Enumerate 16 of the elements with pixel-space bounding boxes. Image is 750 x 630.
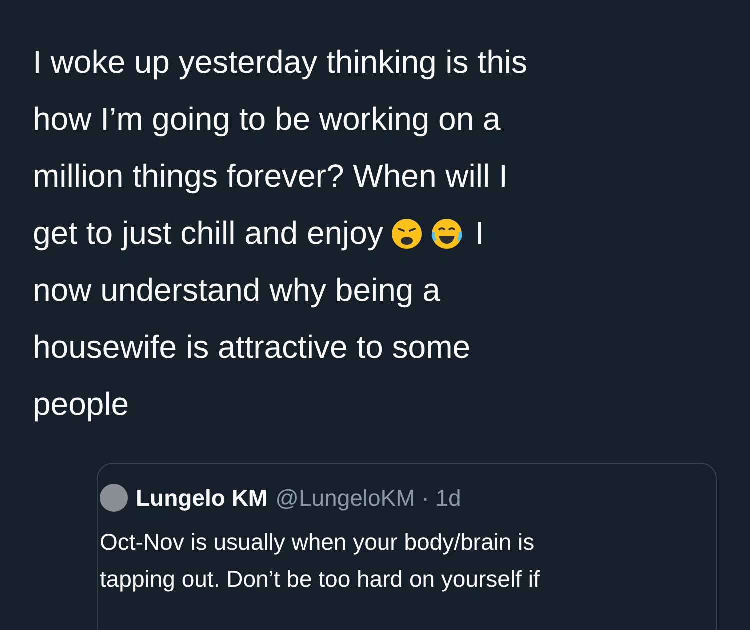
tweet-text: get to just chill and enjoy [33, 214, 384, 253]
tweet-text: housewife is attractive to some [33, 328, 471, 367]
avatar [100, 484, 128, 512]
handle-and-time: @LungeloKM · 1d [276, 484, 462, 512]
author-name: Lungelo KM [136, 484, 268, 512]
tweet-text: people [33, 385, 130, 424]
tweet-text: how I’m going to be working on a [33, 100, 501, 139]
tweet-text: million things forever? When will I [33, 157, 508, 196]
quoted-tweet-text: tapping out. Don’t be too hard on yourself if [100, 565, 540, 594]
weary-face-icon [391, 218, 424, 250]
quoted-tweet-text: Oct-Nov is usually when your body/brain is [100, 528, 535, 557]
tweet-text: now understand why being a [33, 271, 440, 310]
tweet-text: I [475, 214, 484, 253]
quoted-tweet-card[interactable]: Lungelo KM @LungeloKM · 1d Oct-Nov is usually when your body/brain is tapping out. Don’t be too hard on yourself if [97, 463, 717, 630]
laughing-face-icon [431, 218, 464, 250]
tweet-text: I woke up yesterday thinking is this [33, 43, 528, 82]
